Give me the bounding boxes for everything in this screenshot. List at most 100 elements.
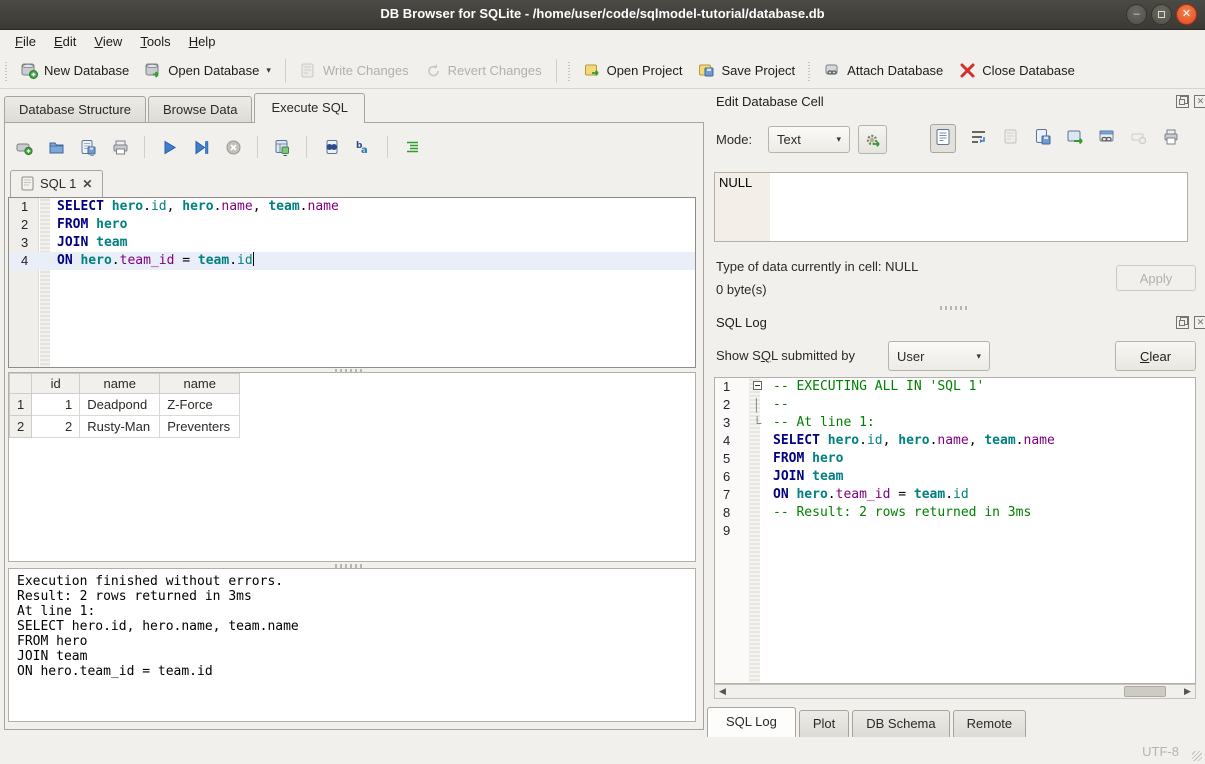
- clear-log-button[interactable]: Clear: [1115, 341, 1196, 371]
- execute-line-icon[interactable]: [191, 137, 211, 157]
- find-icon[interactable]: [321, 137, 341, 157]
- menu-edit[interactable]: Edit: [45, 32, 85, 51]
- tab-db-schema[interactable]: DB Schema: [852, 710, 949, 737]
- execution-message-text: Execution finished without errors. Resul…: [17, 574, 687, 679]
- scroll-right-arrow[interactable]: ▶: [1180, 685, 1195, 698]
- chevron-down-icon: ▾: [836, 134, 841, 145]
- new-database-button[interactable]: New Database: [13, 58, 137, 83]
- menu-help[interactable]: Help: [180, 32, 225, 51]
- resize-grip[interactable]: [1192, 751, 1202, 761]
- save-sql-file-icon[interactable]: [78, 137, 98, 157]
- chevron-down-icon: ▾: [976, 351, 981, 362]
- column-header[interactable]: id: [32, 374, 80, 394]
- svg-text:a: a: [361, 145, 368, 156]
- close-panel-icon[interactable]: ✕: [1194, 316, 1205, 329]
- column-header[interactable]: name: [160, 374, 240, 394]
- table-cell[interactable]: Rusty-Man: [80, 416, 160, 438]
- close-panel-icon[interactable]: ✕: [1194, 95, 1205, 108]
- table-cell[interactable]: 1: [32, 394, 80, 416]
- gear-icon: [864, 131, 882, 149]
- close-database-button[interactable]: Close Database: [951, 58, 1083, 83]
- tab-browse-data[interactable]: Browse Data: [148, 96, 252, 123]
- status-bar: UTF-8: [0, 737, 1205, 764]
- font-icon[interactable]: ba: [353, 137, 373, 157]
- auto-apply-button[interactable]: [858, 125, 887, 154]
- table-cell[interactable]: Preventers: [160, 416, 240, 438]
- scrollbar-thumb[interactable]: [1124, 686, 1166, 697]
- cell-value: NULL: [719, 175, 752, 190]
- encoding-indicator[interactable]: UTF-8: [1142, 744, 1179, 759]
- open-database-dropdown[interactable]: ▾: [266, 65, 271, 76]
- print-cell-button[interactable]: [1162, 128, 1180, 149]
- open-project-icon: [584, 62, 601, 79]
- editor-results-splitter[interactable]: [335, 369, 365, 373]
- tab-plot[interactable]: Plot: [799, 710, 849, 737]
- tab-execute-sql[interactable]: Execute SQL: [254, 93, 365, 123]
- column-header[interactable]: name: [80, 374, 160, 394]
- attach-database-icon: [824, 62, 841, 79]
- menu-file[interactable]: File: [6, 32, 45, 51]
- close-button[interactable]: ✕: [1176, 4, 1197, 25]
- sql-editor[interactable]: 1SELECT hero.id, hero.name, team.name2FR…: [8, 197, 696, 368]
- export-cell-button[interactable]: [1034, 128, 1052, 149]
- close-sql-tab-icon[interactable]: ✕: [82, 177, 92, 191]
- show-sql-label: Show SQL submitted by: [716, 348, 855, 363]
- apply-button: Apply: [1116, 265, 1196, 291]
- execution-message-area[interactable]: Execution finished without errors. Resul…: [8, 568, 696, 722]
- tab-sql-log[interactable]: SQL Log: [707, 707, 796, 737]
- table-cell[interactable]: Z-Force: [160, 394, 240, 416]
- copy-link-button[interactable]: [1098, 128, 1116, 149]
- mode-select[interactable]: Text▾: [768, 126, 850, 153]
- maximize-button[interactable]: [1151, 4, 1172, 25]
- tab-remote[interactable]: Remote: [953, 710, 1027, 737]
- table-row[interactable]: 11DeadpondZ-Force: [10, 394, 240, 416]
- table-cell[interactable]: Deadpond: [80, 394, 160, 416]
- table-cell[interactable]: 2: [32, 416, 80, 438]
- results-log-splitter[interactable]: [335, 564, 365, 568]
- word-wrap-button[interactable]: [970, 128, 988, 149]
- indent-icon[interactable]: [402, 137, 422, 157]
- float-panel-icon[interactable]: [1176, 316, 1189, 329]
- cell-log-splitter[interactable]: [940, 306, 970, 310]
- sql-tab-bar: SQL 1 ✕: [10, 168, 103, 198]
- menu-tools[interactable]: Tools: [131, 32, 179, 51]
- toolbar-drag-handle[interactable]: [807, 60, 812, 82]
- text-view-button[interactable]: [930, 124, 956, 153]
- toolbar-drag-handle[interactable]: [567, 60, 572, 82]
- execute-all-icon[interactable]: [159, 137, 179, 157]
- new-sql-tab-icon[interactable]: [14, 137, 34, 157]
- open-project-button[interactable]: Open Project: [576, 58, 691, 83]
- table-row[interactable]: 22Rusty-ManPreventers: [10, 416, 240, 438]
- main-toolbar: New Database Open Database ▾ Write Chang…: [0, 53, 1205, 89]
- cell-value-editor[interactable]: NULL: [714, 172, 1188, 242]
- window-title: DB Browser for SQLite - /home/user/code/…: [0, 6, 1205, 21]
- attach-database-button[interactable]: Attach Database: [816, 58, 951, 83]
- open-database-button[interactable]: Open Database ▾: [137, 58, 279, 83]
- open-database-icon: [145, 62, 162, 79]
- import-cell-button: [1002, 128, 1020, 149]
- sql-1-tab[interactable]: SQL 1 ✕: [10, 170, 103, 198]
- submitted-by-select[interactable]: User▾: [888, 341, 990, 371]
- scroll-left-arrow[interactable]: ◀: [715, 685, 730, 698]
- sql-toolbar: ba: [14, 136, 422, 158]
- dock-tab-bar: SQL Log Plot DB Schema Remote: [707, 707, 1029, 737]
- edit-cell-title: Edit Database Cell: [716, 94, 824, 109]
- save-as-button[interactable]: [1066, 128, 1084, 149]
- corner-header: [10, 374, 32, 394]
- print-icon[interactable]: [110, 137, 130, 157]
- toolbar-drag-handle[interactable]: [4, 60, 9, 82]
- open-sql-file-icon[interactable]: [46, 137, 66, 157]
- tab-database-structure[interactable]: Database Structure: [4, 96, 146, 123]
- sql-editor-code: 1SELECT hero.id, hero.name, team.name2FR…: [9, 198, 695, 270]
- stop-icon: [223, 137, 243, 157]
- results-grid[interactable]: id name name 11DeadpondZ-Force22Rusty-Ma…: [8, 372, 696, 562]
- minimize-button[interactable]: –: [1126, 4, 1147, 25]
- float-panel-icon[interactable]: [1176, 95, 1189, 108]
- log-horizontal-scrollbar[interactable]: ◀ ▶: [714, 684, 1196, 699]
- save-project-button[interactable]: Save Project: [690, 58, 803, 83]
- revert-changes-button: Revert Changes: [417, 58, 550, 83]
- save-results-icon[interactable]: [272, 137, 292, 157]
- set-null-button: [1130, 128, 1148, 149]
- sql-log-view[interactable]: 1-- EXECUTING ALL IN 'SQL 1'2│--3└-- At …: [714, 377, 1196, 684]
- menu-view[interactable]: View: [85, 32, 131, 51]
